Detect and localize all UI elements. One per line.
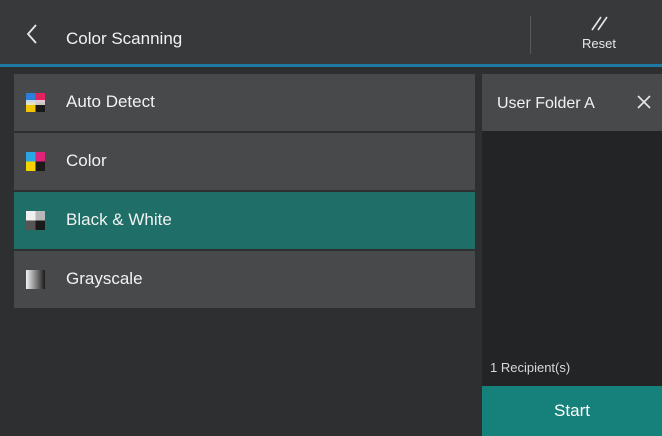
reset-slash-icon	[591, 16, 608, 31]
recipient-panel: User Folder A 1 Recipient(s) Start	[482, 74, 662, 436]
option-auto-detect[interactable]: Auto Detect	[14, 74, 475, 131]
page-title: Color Scanning	[66, 29, 183, 48]
color-icon	[26, 152, 45, 171]
option-color[interactable]: Color	[14, 133, 475, 190]
option-label: Black & White	[66, 210, 172, 229]
header-accent-line	[0, 64, 662, 67]
close-icon	[637, 95, 651, 109]
header-divider	[530, 16, 531, 54]
start-button[interactable]: Start	[482, 386, 662, 436]
remove-recipient-button[interactable]	[633, 91, 655, 113]
header-bar: Color Scanning Reset	[0, 0, 662, 65]
black-white-icon	[26, 211, 45, 230]
screen: Color Scanning Reset Auto Detect Color B…	[0, 0, 662, 436]
chevron-left-icon	[26, 24, 37, 44]
recipient-item[interactable]: User Folder A	[482, 74, 662, 131]
option-label: Color	[66, 151, 107, 170]
recipient-count: 1 Recipient(s)	[490, 360, 571, 375]
grayscale-icon	[26, 270, 45, 289]
back-button[interactable]	[18, 20, 46, 48]
option-black-white[interactable]: Black & White	[14, 192, 475, 249]
auto-detect-icon	[26, 93, 45, 112]
option-label: Auto Detect	[66, 92, 155, 111]
option-grayscale[interactable]: Grayscale	[14, 251, 475, 308]
recipient-name: User Folder A	[497, 95, 595, 112]
option-label: Grayscale	[66, 269, 143, 288]
color-mode-list: Auto Detect Color Black & White Grayscal…	[14, 74, 475, 310]
reset-label: Reset	[582, 36, 616, 51]
reset-button[interactable]: Reset	[560, 14, 638, 62]
